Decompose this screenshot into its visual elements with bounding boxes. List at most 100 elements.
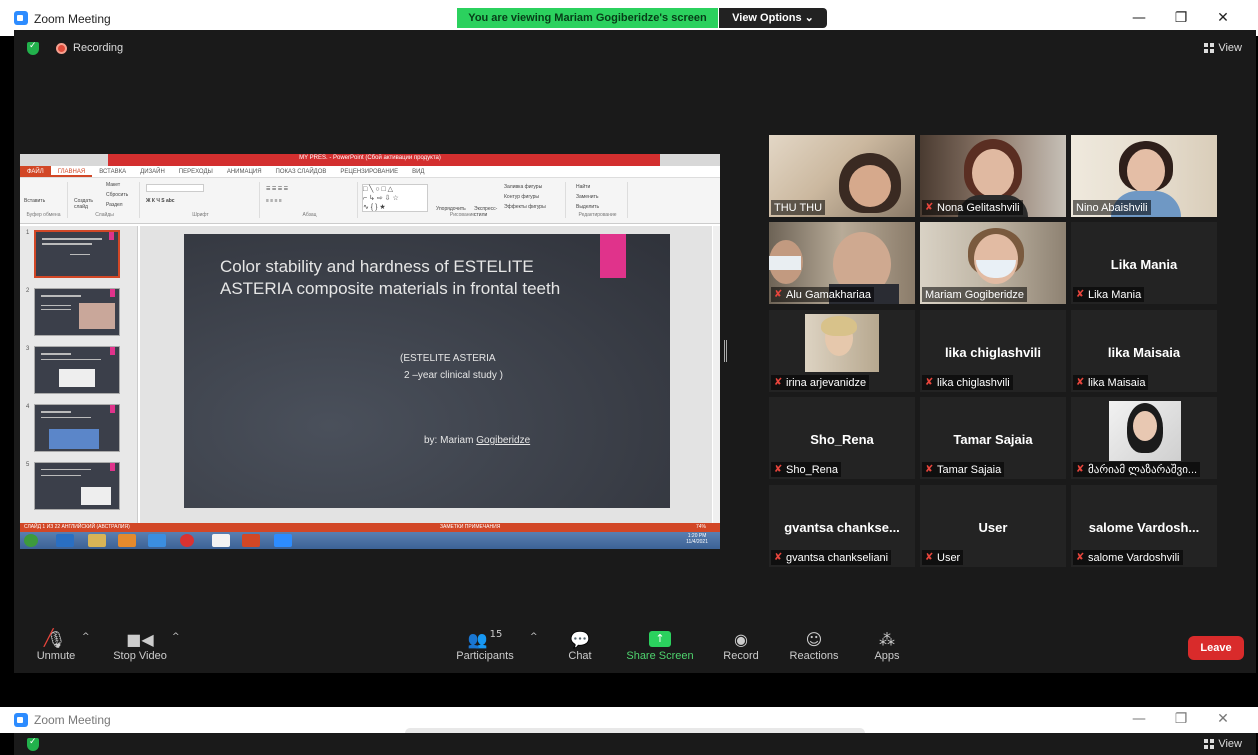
- powerpoint-icon: [242, 534, 260, 547]
- share-screen-button[interactable]: ↑ Share Screen: [620, 628, 700, 662]
- muted-mic-icon: ✘: [774, 552, 783, 563]
- participant-tile[interactable]: lika Maisaia ✘ lika Maisaia: [1071, 310, 1217, 392]
- participant-tile[interactable]: Nino Abaishvili: [1071, 135, 1217, 217]
- participants-button[interactable]: 👥 15 Participants: [445, 628, 525, 663]
- participant-tile[interactable]: lika chiglashvili ✘ lika chiglashvili: [920, 310, 1066, 392]
- participant-tile[interactable]: salome Vardosh... ✘ salome Vardoshvili: [1071, 485, 1217, 567]
- close-button[interactable]: ✕: [1202, 8, 1244, 30]
- participant-name: salome Vardoshvili: [1088, 551, 1180, 564]
- participant-name: მარიამ ლაზარაშვი...: [1088, 464, 1198, 476]
- reactions-icon: ☺: [805, 629, 823, 649]
- muted-mic-icon: ✘: [925, 202, 934, 213]
- muted-mic-icon: ✘: [1076, 377, 1085, 388]
- participant-display-name: salome Vardosh...: [1088, 520, 1200, 535]
- ppt-replace: Заменить: [576, 194, 599, 200]
- ppt-shape-fill: Заливка фигуры: [504, 184, 543, 190]
- participant-tile-active-speaker[interactable]: Mariam Gogiberidze: [920, 222, 1066, 304]
- participant-tile[interactable]: ✘ Nona Gelitashvili: [920, 135, 1066, 217]
- meeting-toolbar: 🎙 ╱ Unmute ^ ■◀ Stop Video ^ 👥 15 Particip…: [14, 620, 1256, 673]
- share-screen-icon: ↑: [620, 628, 700, 650]
- muted-mic-icon: ✘: [1076, 289, 1085, 300]
- ppt-tab-review: РЕЦЕНЗИРОВАНИЕ: [340, 169, 399, 175]
- participant-name: THU THU: [774, 201, 823, 214]
- participant-tile[interactable]: gvantsa chankse... ✘ gvantsa chankseliani: [769, 485, 915, 567]
- slide-thumbnails: 1 2 3 4 5: [20, 226, 138, 523]
- participant-name: Tamar Sajaia: [937, 463, 1002, 476]
- ppt-reset: Сбросить: [106, 192, 129, 198]
- ppt-window-title: MY PRES. - PowerPoint (Сбой активации пр…: [299, 155, 441, 161]
- ppt-tab-transitions: ПЕРЕХОДЫ: [178, 169, 213, 175]
- restore-button[interactable]: ❐: [1160, 709, 1202, 731]
- viewing-screen-banner: You are viewing Mariam Gogiberidze's scr…: [457, 8, 718, 28]
- ppt-create-slide: Создать слайд: [74, 198, 94, 210]
- ppt-shape-effects: Эффекты фигуры: [504, 204, 546, 210]
- taskbar-clock: 1:20 PM 11/4/2021: [686, 533, 708, 545]
- ppt-shape-outline: Контур фигуры: [504, 194, 539, 200]
- video-options-chevron-icon[interactable]: ^: [172, 632, 180, 642]
- slide-byline: by: Mariam Gogiberidze: [424, 435, 531, 446]
- participant-display-name: gvantsa chankse...: [784, 520, 900, 535]
- view-button[interactable]: View: [1204, 738, 1242, 750]
- participant-tile[interactable]: THU THU: [769, 135, 915, 217]
- view-button[interactable]: View: [1204, 42, 1242, 54]
- muted-mic-icon: ✘: [1076, 552, 1085, 563]
- record-dot-icon: [56, 42, 67, 54]
- grid-view-icon: [1204, 43, 1215, 53]
- stop-video-button[interactable]: ■◀ Stop Video: [100, 628, 180, 663]
- security-shield-icon[interactable]: [27, 41, 39, 55]
- shared-screen[interactable]: MY PRES. - PowerPoint (Сбой активации пр…: [20, 154, 720, 549]
- participant-tile[interactable]: User ✘ User: [920, 485, 1066, 567]
- ppt-ribbon: Вставить Буфер обмена Создать слайд Маке…: [20, 178, 720, 224]
- participants-chevron-icon[interactable]: ^: [530, 632, 538, 642]
- zoom-logo-icon: [14, 713, 28, 727]
- muted-mic-icon: ✘: [774, 377, 783, 388]
- window-title: Zoom Meeting: [34, 12, 111, 26]
- participant-name: User: [937, 551, 961, 564]
- participant-tile[interactable]: Lika Mania ✘ Lika Mania: [1071, 222, 1217, 304]
- participant-tile[interactable]: ✘ Alu Gamakhariaa: [769, 222, 915, 304]
- muted-mic-icon: ✘: [925, 552, 934, 563]
- document-icon: [212, 534, 230, 547]
- slide-thumbnail: [34, 346, 120, 394]
- ppt-find: Найти: [576, 184, 591, 190]
- meeting-area: Recording View MY PRES. - PowerPoint (Сб…: [14, 30, 1256, 673]
- restore-button[interactable]: ❐: [1160, 8, 1202, 30]
- chat-button[interactable]: 💬 Chat: [540, 628, 620, 663]
- participant-tile[interactable]: ✘ მარიამ ლაზარაშვი...: [1071, 397, 1217, 479]
- recording-indicator[interactable]: Recording: [56, 42, 123, 54]
- participant-tile[interactable]: Sho_Rena ✘ Sho_Rena: [769, 397, 915, 479]
- participant-tile[interactable]: ✘ irina arjevanidze: [769, 310, 915, 392]
- security-shield-icon[interactable]: [27, 737, 39, 751]
- reactions-button[interactable]: ☺ Reactions: [774, 628, 854, 663]
- split-divider[interactable]: [724, 340, 727, 362]
- participant-display-name: Tamar Sajaia: [953, 432, 1033, 447]
- minimize-button[interactable]: —: [1118, 709, 1160, 731]
- participant-display-name: lika chiglashvili: [944, 345, 1042, 360]
- audio-options-chevron-icon[interactable]: ^: [82, 632, 90, 642]
- grid-view-icon: [1204, 739, 1215, 749]
- minimize-button[interactable]: —: [1118, 8, 1160, 30]
- record-icon: ◉: [734, 629, 748, 649]
- ppt-tab-file: ФАЙЛ: [20, 166, 51, 177]
- ppt-statusbar: СЛАЙД 1 ИЗ 22 АНГЛИЙСКИЙ (АВСТРАЛИЯ) ЗАМ…: [20, 523, 720, 532]
- current-slide: Color stability and hardness of ESTELITE…: [184, 234, 670, 508]
- participant-tile[interactable]: Tamar Sajaia ✘ Tamar Sajaia: [920, 397, 1066, 479]
- record-button[interactable]: ◉ Record: [701, 628, 781, 663]
- chrome-icon: [148, 534, 166, 547]
- slide-accent: [600, 234, 626, 278]
- leave-button[interactable]: Leave: [1188, 636, 1244, 660]
- participant-name: Sho_Rena: [786, 463, 838, 476]
- slide-subtitle: (ESTELITE ASTERIA 2 –year clinical study…: [400, 353, 503, 381]
- ppt-scrollbar: [713, 226, 720, 523]
- slide-title: Color stability and hardness of ESTELITE…: [220, 257, 561, 298]
- muted-mic-icon: ✘: [774, 289, 783, 300]
- muted-mic-icon: ✘: [774, 464, 783, 475]
- close-button[interactable]: ✕: [1202, 709, 1244, 731]
- participant-name: Alu Gamakhariaa: [786, 288, 871, 301]
- participants-count: 15: [489, 628, 503, 640]
- ppt-titlebar: MY PRES. - PowerPoint (Сбой активации пр…: [20, 154, 720, 166]
- apps-button[interactable]: ⁂ Apps: [847, 628, 927, 663]
- participant-display-name: Sho_Rena: [810, 432, 874, 447]
- view-options-button[interactable]: View Options ⌄: [719, 8, 827, 28]
- slide-thumbnail: [34, 288, 120, 336]
